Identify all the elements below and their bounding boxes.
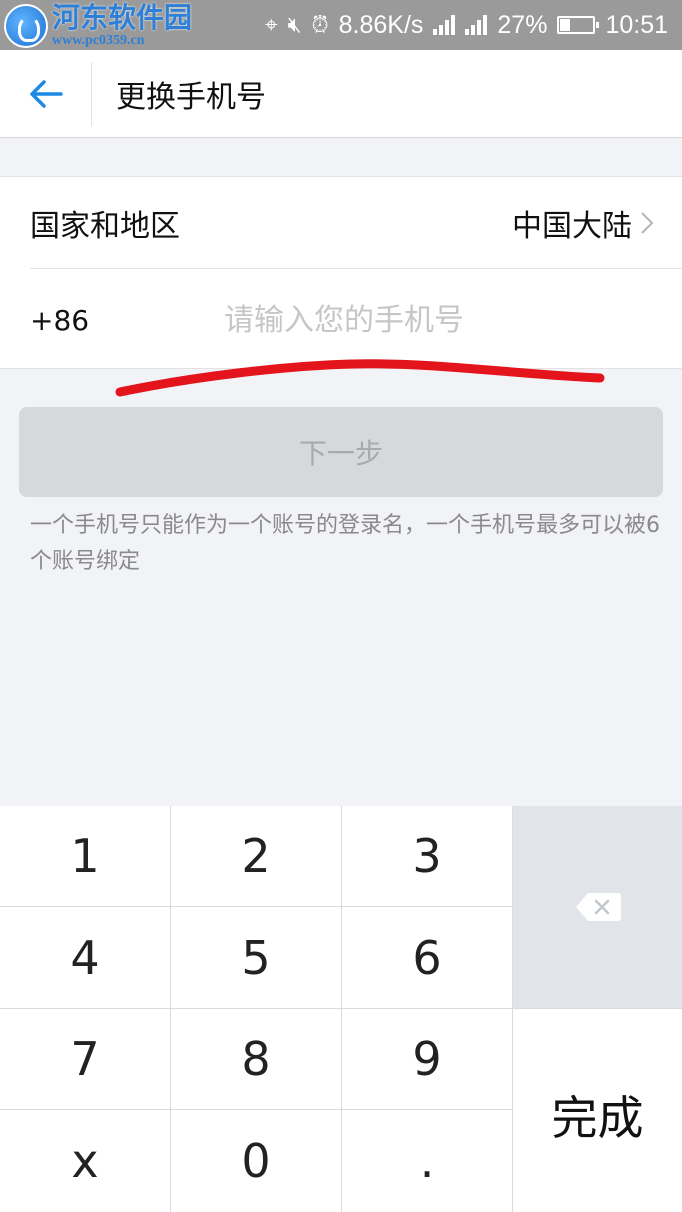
backspace-icon [575,893,621,921]
key-9[interactable]: 9 [342,1009,512,1109]
key-2[interactable]: 2 [171,806,341,906]
battery-fill [560,19,570,31]
key-6[interactable]: 6 [342,907,512,1008]
watermark: 河东软件园 www.pc0359.cn [4,4,192,48]
battery-percent: 27% [497,10,548,39]
header: 更换手机号 [0,50,682,138]
location-icon: ⌖ [265,12,278,37]
country-region-label: 国家和地区 [30,208,180,244]
phone-prefix[interactable]: +86 [30,304,224,337]
key-dot[interactable]: . [342,1110,512,1212]
key-5[interactable]: 5 [171,907,341,1008]
key-1[interactable]: 1 [0,806,170,906]
key-4[interactable]: 4 [0,907,170,1008]
key-x[interactable]: x [0,1110,170,1212]
key-3[interactable]: 3 [342,806,512,906]
country-region-value: 中国大陆 [512,208,632,244]
key-0[interactable]: 0 [171,1110,341,1212]
clock: 10:51 [605,10,668,39]
back-button[interactable] [0,61,92,126]
country-region-row[interactable]: 国家和地区 中国大陆 [30,177,682,269]
phone-input[interactable] [224,302,604,338]
next-step-button[interactable]: 下一步 [19,407,663,497]
status-bar: 河东软件园 www.pc0359.cn ⌖ 🔇︎ ⏰︎ 8.86K/s 27% … [0,0,682,50]
battery-icon [557,16,600,34]
mute-icon: 🔇︎ [287,12,302,37]
watermark-title: 河东软件园 [52,1,193,34]
signal-2g-icon [465,15,488,35]
done-key-label: 完成 [551,1091,644,1142]
red-annotation-stroke [115,359,605,397]
signal-4g-icon [433,15,456,35]
delete-key[interactable] [513,806,682,1008]
key-7[interactable]: 7 [0,1009,170,1109]
page-title: 更换手机号 [116,79,266,115]
network-speed: 8.86K/s [338,10,424,39]
chevron-right-icon [641,211,654,234]
alarm-icon: ⏰︎ [311,12,329,37]
watermark-logo-icon [4,4,48,48]
key-8[interactable]: 8 [171,1009,341,1109]
done-key[interactable]: 完成 [513,1009,682,1212]
numeric-keyboard: 1 2 3 4 5 6 7 8 9 x 0 . 完成 [0,806,682,1212]
watermark-url: www.pc0359.cn [52,33,145,48]
form-list: 国家和地区 中国大陆 +86 [0,176,682,369]
hint-text: 一个手机号只能作为一个账号的登录名，一个手机号最多可以被6个账号绑定 [30,513,660,574]
back-arrow-icon [29,79,63,108]
